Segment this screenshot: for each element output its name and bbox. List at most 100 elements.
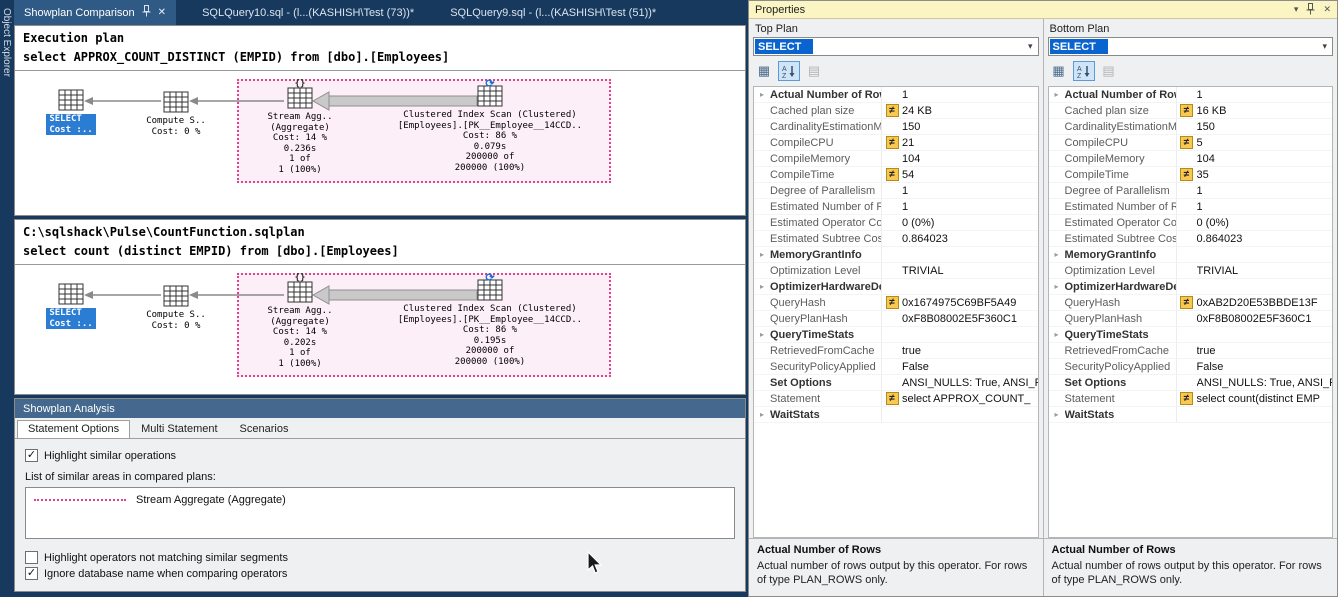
property-row[interactable]: RetrievedFromCachetrue — [754, 343, 1038, 359]
property-row[interactable]: QueryPlanHash0xF8B08002E5F360C1 — [754, 311, 1038, 327]
property-row[interactable]: CardinalityEstimationMo150 — [754, 119, 1038, 135]
property-row[interactable]: Optimization LevelTRIVIAL — [754, 263, 1038, 279]
property-row[interactable]: ▸MemoryGrantInfo — [1049, 247, 1333, 263]
execution-plan-diagram-top[interactable]: SELECTCost :.. Compute S..Cost: 0 % {} S… — [15, 71, 745, 213]
compute-node-label: Compute S..Cost: 0 % — [133, 310, 219, 331]
highlight-not-matching-row[interactable]: Highlight operators not matching similar… — [25, 551, 735, 564]
property-value: 1 — [1197, 201, 1333, 213]
property-name: Degree of Parallelism — [1065, 183, 1177, 198]
window-menu-icon[interactable]: ▾ — [1294, 4, 1299, 15]
categorized-icon[interactable]: ▦ — [753, 61, 775, 81]
plan-node-stream-aggregate[interactable]: {} Stream Agg..(Aggregate)Cost: 14 %0.23… — [253, 87, 347, 175]
tab-statement-options[interactable]: Statement Options — [17, 420, 130, 438]
property-row[interactable]: CardinalityEstimationMo150 — [1049, 119, 1333, 135]
alphabetical-sort-icon[interactable]: AZ — [1073, 61, 1095, 81]
close-icon[interactable]: ✕ — [1323, 4, 1331, 15]
pin-icon[interactable] — [1306, 3, 1315, 17]
expand-chevron-icon[interactable]: ▸ — [1049, 282, 1065, 291]
property-row[interactable]: QueryHash≠0xAB2D20E53BBDE13F — [1049, 295, 1333, 311]
property-row[interactable]: CompileMemory104 — [1049, 151, 1333, 167]
property-row[interactable]: Estimated Subtree Cost0.864023 — [754, 231, 1038, 247]
property-row[interactable]: Estimated Operator Cos0 (0%) — [754, 215, 1038, 231]
expand-chevron-icon[interactable]: ▸ — [754, 330, 770, 339]
property-row[interactable]: SecurityPolicyAppliedFalse — [1049, 359, 1333, 375]
highlight-similar-operations-row[interactable]: ✓ Highlight similar operations — [25, 449, 735, 462]
top-plan-property-grid[interactable]: ▸Actual Number of Rows1Cached plan size≠… — [753, 86, 1039, 538]
property-name: Estimated Number of R — [1065, 199, 1177, 214]
close-icon[interactable]: ✕ — [158, 7, 166, 18]
property-row[interactable]: RetrievedFromCachetrue — [1049, 343, 1333, 359]
property-row[interactable]: ▸WaitStats — [1049, 407, 1333, 423]
property-row[interactable]: ▸QueryTimeStats — [754, 327, 1038, 343]
property-row[interactable]: CompileTime≠54 — [754, 167, 1038, 183]
property-row[interactable]: ▸OptimizerHardwareDepe — [754, 279, 1038, 295]
property-row[interactable]: ▸WaitStats — [754, 407, 1038, 423]
property-row[interactable]: CompileCPU≠21 — [754, 135, 1038, 151]
property-row[interactable]: ▸Actual Number of Row1 — [1049, 87, 1333, 103]
property-row[interactable]: QueryHash≠0x1674975C69BF5A49 — [754, 295, 1038, 311]
plan-node-compute-scalar[interactable]: Compute S..Cost: 0 % — [133, 285, 219, 331]
property-row[interactable]: Optimization LevelTRIVIAL — [1049, 263, 1333, 279]
properties-titlebar[interactable]: Properties ▾ ✕ — [749, 1, 1337, 19]
property-row[interactable]: ▸QueryTimeStats — [1049, 327, 1333, 343]
property-row[interactable]: Statement≠select APPROX_COUNT_ — [754, 391, 1038, 407]
expand-chevron-icon[interactable]: ▸ — [1049, 330, 1065, 339]
property-row[interactable]: CompileTime≠35 — [1049, 167, 1333, 183]
property-row[interactable]: Cached plan size≠16 KB — [1049, 103, 1333, 119]
property-row[interactable]: Estimated Subtree Cos0.864023 — [1049, 231, 1333, 247]
plan-node-clustered-index-scan[interactable]: ⟳ Clustered Index Scan (Clustered)[Emplo… — [365, 279, 615, 367]
checkbox-checked-icon[interactable]: ✓ — [25, 567, 38, 580]
property-row[interactable]: CompileCPU≠5 — [1049, 135, 1333, 151]
plan-node-compute-scalar[interactable]: Compute S..Cost: 0 % — [133, 91, 219, 137]
similar-areas-listbox[interactable]: Stream Aggregate (Aggregate) — [25, 487, 735, 539]
bottom-plan-property-grid[interactable]: ▸Actual Number of Row1Cached plan size≠1… — [1048, 86, 1334, 538]
property-row[interactable]: CompileMemory104 — [754, 151, 1038, 167]
property-row[interactable]: ▸MemoryGrantInfo — [754, 247, 1038, 263]
tab-sqlquery9[interactable]: SQLQuery9.sql - (l...(KASHISH\Test (51))… — [440, 0, 666, 25]
tab-multi-statement[interactable]: Multi Statement — [130, 420, 228, 438]
plan-node-stream-aggregate[interactable]: {} Stream Agg..(Aggregate)Cost: 14 %0.20… — [253, 281, 347, 369]
expand-chevron-icon[interactable]: ▸ — [754, 250, 770, 259]
property-row[interactable]: ▸OptimizerHardwareDep — [1049, 279, 1333, 295]
property-row[interactable]: Cached plan size≠24 KB — [754, 103, 1038, 119]
bottom-plan-operator-combobox[interactable]: SELECT ▾ — [1048, 37, 1334, 56]
expand-chevron-icon[interactable]: ▸ — [754, 90, 770, 99]
expand-chevron-icon[interactable]: ▸ — [754, 282, 770, 291]
chevron-down-icon[interactable]: ▾ — [1322, 41, 1332, 52]
plan-node-select[interactable]: SELECTCost :.. — [45, 89, 97, 135]
chevron-down-icon[interactable]: ▾ — [1028, 41, 1038, 52]
tab-sqlquery10[interactable]: SQLQuery10.sql - (l...(KASHISH\Test (73)… — [192, 0, 424, 25]
expand-chevron-icon[interactable]: ▸ — [754, 410, 770, 419]
execution-plan-diagram-bottom[interactable]: SELECTCost :.. Compute S..Cost: 0 % {} S… — [15, 265, 745, 392]
checkbox-unchecked-icon[interactable] — [25, 551, 38, 564]
pin-icon[interactable] — [142, 5, 151, 20]
object-explorer-tab[interactable]: Object Explorer — [0, 0, 14, 597]
property-row[interactable]: Estimated Operator Co0 (0%) — [1049, 215, 1333, 231]
property-value: 5 — [1197, 137, 1333, 149]
property-row[interactable]: Estimated Number of R 1 — [1049, 199, 1333, 215]
property-row[interactable]: Set OptionsANSI_NULLS: True, ANSI_PAD — [754, 375, 1038, 391]
property-row[interactable]: SecurityPolicyAppliedFalse — [754, 359, 1038, 375]
property-row[interactable]: ▸Actual Number of Rows1 — [754, 87, 1038, 103]
property-row[interactable]: Degree of Parallelism1 — [1049, 183, 1333, 199]
expand-chevron-icon[interactable]: ▸ — [1049, 410, 1065, 419]
plan-node-select[interactable]: SELECTCost :.. — [45, 283, 97, 329]
property-row[interactable]: Estimated Number of R1 — [754, 199, 1038, 215]
tab-showplan-comparison[interactable]: Showplan Comparison ✕ — [14, 0, 176, 25]
property-row[interactable]: Statement≠select count(distinct EMP — [1049, 391, 1333, 407]
property-name: CompileTime — [1065, 167, 1177, 182]
ignore-database-name-row[interactable]: ✓ Ignore database name when comparing op… — [25, 567, 735, 580]
expand-chevron-icon[interactable]: ▸ — [1049, 90, 1065, 99]
property-row[interactable]: Degree of Parallelism1 — [754, 183, 1038, 199]
alphabetical-sort-icon[interactable]: AZ — [778, 61, 800, 81]
property-name: QueryTimeStats — [770, 327, 882, 342]
checkbox-checked-icon[interactable]: ✓ — [25, 449, 38, 462]
tab-scenarios[interactable]: Scenarios — [229, 420, 300, 438]
top-plan-operator-combobox[interactable]: SELECT ▾ — [753, 37, 1039, 56]
plan-node-clustered-index-scan[interactable]: ⟳ Clustered Index Scan (Clustered)[Emplo… — [365, 85, 615, 173]
list-item[interactable]: Stream Aggregate (Aggregate) — [34, 492, 726, 508]
categorized-icon[interactable]: ▦ — [1048, 61, 1070, 81]
property-row[interactable]: Set OptionsANSI_NULLS: True, ANSI_PAD — [1049, 375, 1333, 391]
expand-chevron-icon[interactable]: ▸ — [1049, 250, 1065, 259]
property-row[interactable]: QueryPlanHash0xF8B08002E5F360C1 — [1049, 311, 1333, 327]
